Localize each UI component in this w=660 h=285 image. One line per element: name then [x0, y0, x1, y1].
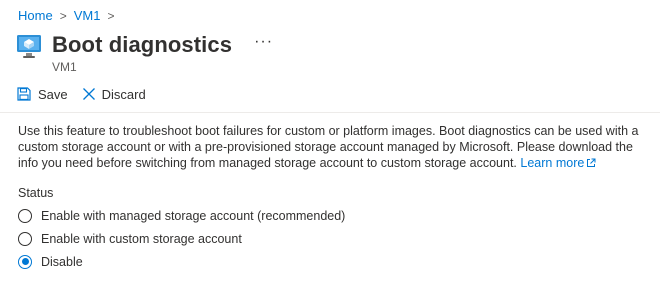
page-subtitle: VM1 — [52, 60, 77, 74]
external-link-icon — [587, 158, 596, 167]
virtual-machine-icon — [17, 35, 41, 58]
more-options-button[interactable]: ··· — [254, 33, 273, 51]
learn-more-link[interactable]: Learn more — [520, 156, 596, 170]
radio-label: Enable with managed storage account (rec… — [41, 208, 346, 223]
radio-button[interactable] — [18, 231, 32, 246]
status-radio-group: Enable with managed storage account (rec… — [18, 204, 345, 273]
toolbar-divider — [0, 112, 660, 113]
page-header: Boot diagnostics ··· VM1 — [16, 32, 273, 74]
page-title: Boot diagnostics — [52, 32, 233, 57]
command-bar: Save Discard — [16, 86, 160, 102]
save-button[interactable]: Save — [16, 86, 68, 102]
breadcrumb-vm1[interactable]: VM1 — [74, 8, 101, 23]
radio-label: Disable — [41, 254, 83, 269]
close-icon — [82, 88, 95, 100]
description-text: Use this feature to troubleshoot boot fa… — [18, 123, 646, 171]
radio-enable-custom[interactable]: Enable with custom storage account — [18, 227, 345, 250]
discard-label: Discard — [101, 86, 146, 102]
discard-button[interactable]: Discard — [82, 87, 146, 102]
radio-enable-managed[interactable]: Enable with managed storage account (rec… — [18, 204, 345, 227]
status-label: Status — [18, 186, 54, 200]
chevron-right-icon: > — [59, 8, 67, 23]
radio-button[interactable] — [18, 208, 32, 223]
save-label: Save — [38, 86, 68, 102]
radio-button-selected[interactable] — [18, 254, 32, 269]
radio-disable[interactable]: Disable — [18, 250, 345, 273]
breadcrumb: Home > VM1 > — [18, 8, 121, 23]
breadcrumb-home[interactable]: Home — [18, 8, 53, 23]
save-icon — [17, 87, 31, 101]
radio-label: Enable with custom storage account — [41, 231, 242, 246]
chevron-right-icon: > — [107, 8, 115, 23]
